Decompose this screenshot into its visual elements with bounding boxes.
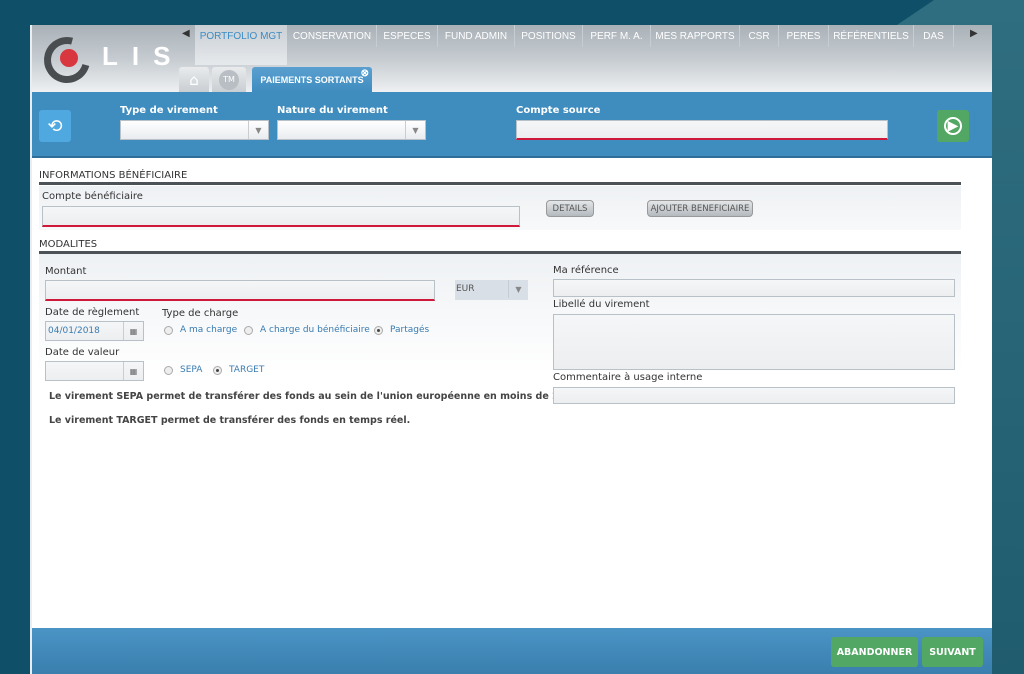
date-reglement-input[interactable]: 04/01/2018 ▦ [45,321,144,341]
compte-beneficiaire-input[interactable] [42,206,520,227]
radio-a-ma-charge[interactable] [164,326,173,335]
libelle-textarea[interactable] [553,314,955,370]
date-valeur-input[interactable]: ▦ [45,361,144,381]
date-reglement-value: 04/01/2018 [48,326,100,336]
logo-dot [60,49,78,67]
tab-conservation[interactable]: CONSERVATION [288,25,377,47]
tabs-scroll-left-icon[interactable]: ◀ [182,28,190,39]
compte-source-input[interactable] [516,120,888,140]
libelle-label: Libellé du virement [553,299,650,310]
compte-source-label: Compte source [516,105,601,116]
tm-icon: TM [219,69,239,90]
date-valeur-label: Date de valeur [45,347,120,358]
logo: LIS [102,41,185,71]
devise-select[interactable]: EUR ▼ [455,280,528,300]
radio-charge-beneficiaire[interactable] [244,326,253,335]
compte-beneficiaire-label: Compte bénéficiaire [42,191,143,202]
calendar-icon[interactable]: ▦ [123,322,143,340]
montant-input[interactable] [45,280,435,301]
home-tab[interactable]: ⌂ [179,67,209,92]
type-virement-label: Type de virement [120,105,218,116]
section-beneficiaire-title: INFORMATIONS BÉNÉFICIAIRE [39,170,961,185]
abandonner-button[interactable]: ABANDONNER [831,637,918,667]
nature-virement-label: Nature du virement [277,105,388,116]
reference-input[interactable] [553,279,955,297]
radio-label: TARGET [229,365,265,375]
radio-label: SEPA [180,365,203,375]
beneficiaire-panel: Compte bénéficiaire DETAILS AJOUTER BENE… [39,186,961,230]
footer-bar: ABANDONNER SUIVANT [32,628,992,674]
commentaire-label: Commentaire à usage interne [553,372,703,383]
devise-value: EUR [456,284,475,294]
radio-label: A charge du bénéficiaire [260,325,370,335]
tab-portfolio-mgt[interactable]: PORTFOLIO MGT [195,25,287,65]
refresh-icon: ⟲ [47,115,63,137]
home-icon: ⌂ [189,70,199,89]
header: LIS ◀ PORTFOLIO MGT CONSERVATION ESPECES… [32,25,992,92]
tabs-scroll-right-icon[interactable]: ▶ [970,28,978,39]
tab-label: PAIEMENTS SORTANTS [260,74,364,85]
tab-das[interactable]: DAS [914,25,954,47]
radio-sepa[interactable] [164,366,173,375]
tab-peres[interactable]: PERES [779,25,829,47]
filter-bar: ⟲ Type de virement ▼ Nature du virement … [32,92,992,158]
reference-label: Ma référence [553,265,619,276]
radio-label: Partagés [390,325,430,335]
tab-perf-ma[interactable]: PERF M. A. [583,25,651,47]
note-target: Le virement TARGET permet de transférer … [49,415,411,426]
suivant-button[interactable]: SUIVANT [922,637,983,667]
date-reglement-label: Date de règlement [45,307,140,318]
tab-positions[interactable]: POSITIONS [515,25,583,47]
app-window: LIS ◀ PORTFOLIO MGT CONSERVATION ESPECES… [30,25,992,674]
details-button[interactable]: DETAILS [546,200,594,217]
tab-mes-rapports[interactable]: MES RAPPORTS [651,25,740,47]
type-charge-label: Type de charge [162,308,239,319]
note-sepa: Le virement SEPA permet de transférer de… [49,391,576,402]
tm-tab[interactable]: TM [212,67,246,92]
radio-label: A ma charge [180,325,238,335]
tab-fund-admin[interactable]: FUND ADMIN [438,25,515,47]
chevron-down-icon: ▼ [248,121,268,139]
radio-target[interactable] [213,366,222,375]
reset-button[interactable]: ⟲ [39,110,71,142]
commentaire-input[interactable] [553,387,955,404]
close-tab-icon[interactable]: ⊗ [361,68,369,79]
chevron-down-icon: ▼ [508,280,528,298]
tab-paiements-sortants[interactable]: PAIEMENTS SORTANTS ⊗ [252,67,372,92]
tab-referentiels[interactable]: RÉFÉRENTIELS [829,25,914,47]
tab-csr[interactable]: CSR [740,25,779,47]
ajouter-beneficiaire-button[interactable]: AJOUTER BENEFICIAIRE [647,200,753,217]
go-button[interactable]: ▶ [937,110,969,142]
nature-virement-select[interactable]: ▼ [277,120,426,140]
type-virement-select[interactable]: ▼ [120,120,269,140]
calendar-icon[interactable]: ▦ [123,362,143,380]
play-icon: ▶ [944,117,962,135]
radio-partages[interactable] [374,326,383,335]
section-modalites-title: MODALITES [39,239,961,254]
tab-especes[interactable]: ESPECES [377,25,438,47]
montant-label: Montant [45,266,87,277]
chevron-down-icon: ▼ [405,121,425,139]
